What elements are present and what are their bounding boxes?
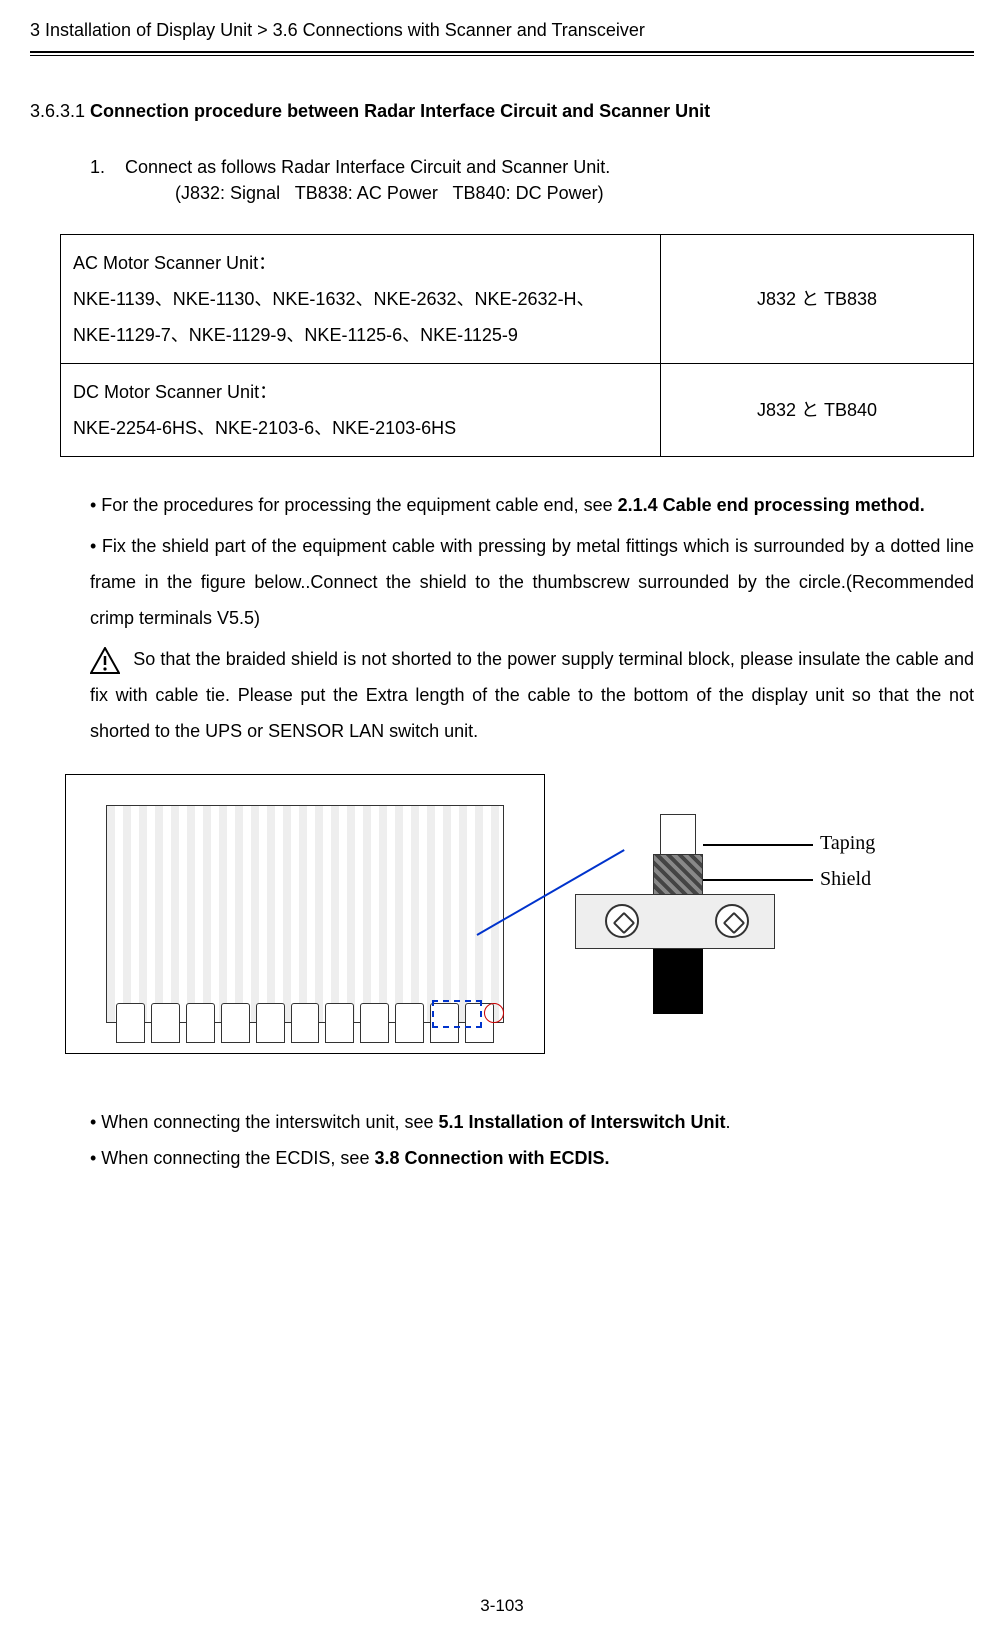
cable-jacket — [653, 949, 703, 1014]
conn-tb840: TB840: DC Power) — [453, 183, 604, 203]
dc-models: NKE-2254-6HS、NKE-2103-6、NKE-2103-6HS — [73, 410, 648, 446]
dashed-highlight-box — [432, 1000, 482, 1028]
ac-connectors-cell: J832 と TB838 — [661, 235, 974, 364]
b1-post: . — [726, 1112, 731, 1132]
board-inner-area — [106, 805, 504, 1023]
scanner-unit-table: AC Motor Scanner Unit： NKE-1139、NKE-1130… — [60, 234, 974, 457]
ac-motor-cell: AC Motor Scanner Unit： NKE-1139、NKE-1130… — [61, 235, 661, 364]
para-cable-end: • For the procedures for processing the … — [30, 487, 974, 523]
conn-j832: (J832: Signal — [175, 183, 280, 203]
label-taping: Taping — [820, 832, 875, 855]
bullet-ecdis: • When connecting the ECDIS, see 3.8 Con… — [30, 1140, 974, 1176]
shield-leader-line — [703, 879, 813, 881]
circuit-board-figure — [65, 774, 545, 1054]
taping-leader-line — [703, 844, 813, 846]
header-rule — [30, 51, 974, 56]
dc-motor-cell: DC Motor Scanner Unit： NKE-2254-6HS、NKE-… — [61, 364, 661, 457]
para1-bold: 2.1.4 Cable end processing method. — [618, 495, 925, 515]
table-row: AC Motor Scanner Unit： NKE-1139、NKE-1130… — [61, 235, 974, 364]
bullet-interswitch: • When connecting the interswitch unit, … — [30, 1104, 974, 1140]
step-1: 1. Connect as follows Radar Interface Ci… — [30, 157, 974, 178]
connectors-line: (J832: Signal TB838: AC Power TB840: DC … — [30, 183, 974, 204]
bolt-left — [605, 904, 639, 938]
b2-pre: • When connecting the ECDIS, see — [90, 1148, 374, 1168]
section-title-text: Connection procedure between Radar Inter… — [90, 101, 710, 121]
dc-label: DC Motor Scanner Unit： — [73, 374, 648, 410]
figure-row: Taping Shield — [65, 774, 974, 1054]
dc-connectors-cell: J832 と TB840 — [661, 364, 974, 457]
b2-bold: 3.8 Connection with ECDIS. — [374, 1148, 609, 1168]
cable-top — [660, 814, 696, 859]
breadcrumb: 3 Installation of Display Unit > 3.6 Con… — [30, 20, 974, 51]
cable-clamp-figure: Taping Shield — [575, 814, 905, 1014]
section-heading: 3.6.3.1 Connection procedure between Rad… — [30, 101, 974, 122]
para3-text: So that the braided shield is not shorte… — [90, 649, 974, 741]
ac-models-2: NKE-1129-7、NKE-1129-9、NKE-1125-6、NKE-112… — [73, 317, 648, 353]
warning-icon — [90, 647, 120, 674]
para-shield-fix: • Fix the shield part of the equipment c… — [30, 528, 974, 636]
red-circle-highlight — [484, 1003, 504, 1023]
ac-label: AC Motor Scanner Unit： — [73, 245, 648, 281]
label-shield: Shield — [820, 868, 871, 891]
step-1-number: 1. — [90, 157, 105, 177]
table-row: DC Motor Scanner Unit： NKE-2254-6HS、NKE-… — [61, 364, 974, 457]
b1-bold: 5.1 Installation of Interswitch Unit — [439, 1112, 726, 1132]
para-warning-shield: So that the braided shield is not shorte… — [30, 641, 974, 749]
b1-pre: • When connecting the interswitch unit, … — [90, 1112, 439, 1132]
section-number: 3.6.3.1 — [30, 101, 90, 121]
step-1-text: Connect as follows Radar Interface Circu… — [125, 157, 610, 177]
para1-pre: • For the procedures for processing the … — [90, 495, 618, 515]
ac-models-1: NKE-1139、NKE-1130、NKE-1632、NKE-2632、NKE-… — [73, 281, 648, 317]
page-number: 3-103 — [0, 1596, 1004, 1616]
conn-tb838: TB838: AC Power — [295, 183, 438, 203]
bolt-right — [715, 904, 749, 938]
